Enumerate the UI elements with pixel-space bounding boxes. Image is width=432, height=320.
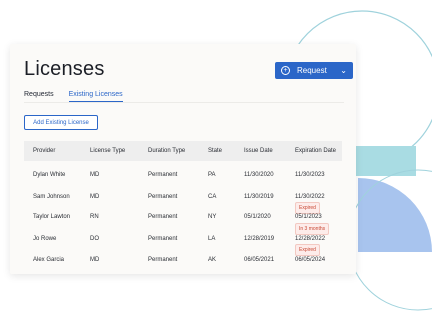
cell-duration-type: Permanent xyxy=(148,194,178,200)
plus-circle-icon: + xyxy=(281,66,290,75)
cell-expiration-date: 12/28/2022 xyxy=(295,236,326,242)
tab-existing-licenses[interactable]: Existing Licenses xyxy=(68,91,123,102)
cell-state: NY xyxy=(208,214,217,220)
table-header: Provider License Type Duration Type Stat… xyxy=(24,141,342,161)
cell-expiration-date: 11/30/2023 xyxy=(295,172,325,178)
tab-requests[interactable]: Requests xyxy=(24,91,54,102)
cell-provider: Taylor Lawton xyxy=(33,214,71,220)
cell-issue-date: 11/30/2020 xyxy=(244,172,274,178)
cell-duration-type: Permanent xyxy=(148,172,178,178)
cell-provider: Jo Rowe xyxy=(33,236,57,242)
cell-issue-date: 05/1/2020 xyxy=(244,214,271,220)
deco-blue-quarter xyxy=(358,178,432,252)
cell-duration-type: Permanent xyxy=(148,214,178,220)
tabs: Requests Existing Licenses xyxy=(24,91,138,102)
request-button-label: Request xyxy=(297,66,327,75)
cell-state: LA xyxy=(208,236,216,242)
column-header-state[interactable]: State xyxy=(208,148,222,154)
cell-issue-date: 06/05/2021 xyxy=(244,257,275,263)
deco-teal-block xyxy=(354,146,416,176)
cell-duration-type: Permanent xyxy=(148,257,178,263)
cell-duration-type: Permanent xyxy=(148,236,178,242)
cell-expiration-date: 11/30/2022 xyxy=(295,194,325,200)
licenses-card: Licenses + Request ⌄ Requests Existing L… xyxy=(10,44,356,274)
column-header-license-type[interactable]: License Type xyxy=(90,148,125,154)
cell-state: PA xyxy=(208,172,216,178)
status-badge: Expired xyxy=(295,244,320,256)
cell-license-type: MD xyxy=(90,194,100,200)
chevron-down-icon: ⌄ xyxy=(340,66,347,75)
cell-provider: Sam Johnson xyxy=(33,194,70,200)
column-header-expiration-date[interactable]: Expiration Date xyxy=(295,148,336,154)
status-badge: In 3 months xyxy=(295,223,330,235)
cell-license-type: MD xyxy=(90,172,100,178)
cell-provider: Alex Garcia xyxy=(33,257,65,263)
cell-license-type: RN xyxy=(90,214,99,220)
add-existing-license-button[interactable]: Add Existing License xyxy=(24,115,98,130)
column-header-duration-type[interactable]: Duration Type xyxy=(148,148,185,154)
status-badge: Expired xyxy=(295,202,320,214)
column-header-issue-date[interactable]: Issue Date xyxy=(244,148,273,154)
cell-license-type: DO xyxy=(90,236,99,242)
cell-issue-date: 12/28/2019 xyxy=(244,236,275,242)
cell-provider: Dylan White xyxy=(33,172,66,178)
cell-expiration-date: 05/1/2023 xyxy=(295,214,322,220)
cell-state: AK xyxy=(208,257,217,263)
tabs-divider xyxy=(24,102,344,103)
request-button[interactable]: + Request ⌄ xyxy=(275,62,353,79)
cell-issue-date: 11/30/2019 xyxy=(244,194,274,200)
column-header-provider[interactable]: Provider xyxy=(33,148,55,154)
page-title: Licenses xyxy=(24,58,105,80)
cell-license-type: MD xyxy=(90,257,100,263)
cell-expiration-date: 06/05/2024 xyxy=(295,257,326,263)
cell-state: CA xyxy=(208,194,217,200)
